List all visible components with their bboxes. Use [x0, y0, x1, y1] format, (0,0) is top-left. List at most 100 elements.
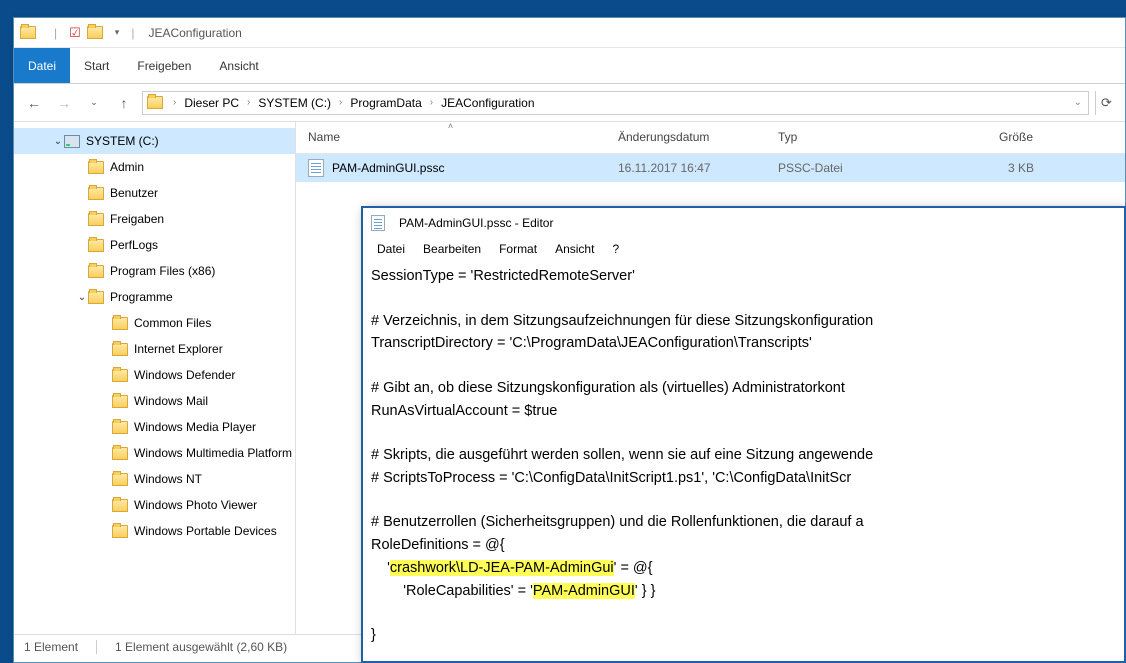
- menu-datei[interactable]: Datei: [369, 240, 413, 258]
- window-title: JEAConfiguration: [148, 26, 241, 40]
- tab-file[interactable]: Datei: [14, 48, 70, 83]
- tree-item[interactable]: Admin: [14, 154, 295, 180]
- back-button[interactable]: ←: [22, 91, 46, 115]
- tree-label: Windows Portable Devices: [134, 524, 277, 538]
- tree-label: Programme: [110, 290, 173, 304]
- column-name[interactable]: ˄Name: [296, 122, 606, 153]
- crumb-system-c[interactable]: SYSTEM (C:): [254, 94, 335, 112]
- column-type[interactable]: Typ: [766, 122, 926, 153]
- column-headers: ˄Name Änderungsdatum Typ Größe: [296, 122, 1125, 154]
- forward-button: →: [52, 91, 76, 115]
- notepad-menu-bar: Datei Bearbeiten Format Ansicht ?: [363, 238, 1124, 260]
- chevron-right-icon[interactable]: ›: [245, 97, 252, 108]
- tree-item[interactable]: Windows Portable Devices: [14, 518, 295, 544]
- tree-item-programme[interactable]: ⌄ Programme: [14, 284, 295, 310]
- navigation-pane: ⌄ SYSTEM (C:) Admin Benutzer Freigaben P…: [14, 122, 296, 634]
- tree-item[interactable]: Windows Photo Viewer: [14, 492, 295, 518]
- open-folder-icon[interactable]: [87, 26, 103, 39]
- notepad-window: PAM-AdminGUI.pssc - Editor Datei Bearbei…: [361, 206, 1126, 663]
- crumb-dieser-pc[interactable]: Dieser PC: [180, 94, 243, 112]
- text-file-icon: [308, 159, 324, 177]
- notepad-text-area[interactable]: SessionType = 'RestrictedRemoteServer' #…: [363, 260, 1124, 658]
- menu-ansicht[interactable]: Ansicht: [547, 240, 602, 258]
- folder-icon: [112, 525, 128, 538]
- tree-label: Windows Multimedia Platform: [134, 446, 292, 460]
- highlight-group: crashwork\LD-JEA-PAM-AdminGui: [390, 560, 614, 576]
- crumb-programdata[interactable]: ProgramData: [346, 94, 425, 112]
- folder-icon: [112, 369, 128, 382]
- tree-item[interactable]: Windows Multimedia Platform: [14, 440, 295, 466]
- tree-item[interactable]: Windows Defender: [14, 362, 295, 388]
- tab-ansicht[interactable]: Ansicht: [205, 48, 272, 83]
- tree-item[interactable]: Internet Explorer: [14, 336, 295, 362]
- folder-icon: [88, 161, 104, 174]
- folder-icon: [88, 291, 104, 304]
- menu-bearbeiten[interactable]: Bearbeiten: [415, 240, 489, 258]
- nav-bar: ← → ⌄ ↑ › Dieser PC › SYSTEM (C:) › Prog…: [14, 84, 1125, 122]
- tree-label: Common Files: [134, 316, 211, 330]
- tree-item[interactable]: Windows Media Player: [14, 414, 295, 440]
- tree-label: Benutzer: [110, 186, 158, 200]
- folder-icon: [88, 239, 104, 252]
- tree-label: Windows Photo Viewer: [134, 498, 257, 512]
- tab-freigeben[interactable]: Freigeben: [123, 48, 205, 83]
- recent-dropdown[interactable]: ⌄: [82, 91, 106, 115]
- dropdown-icon[interactable]: ▾: [115, 27, 120, 38]
- folder-icon: [88, 265, 104, 278]
- tab-start[interactable]: Start: [70, 48, 123, 83]
- crumb-jeaconfiguration[interactable]: JEAConfiguration: [437, 94, 538, 112]
- chevron-down-icon[interactable]: ⌄: [76, 292, 88, 303]
- properties-icon[interactable]: ☑: [69, 25, 81, 41]
- address-bar[interactable]: › Dieser PC › SYSTEM (C:) › ProgramData …: [142, 91, 1089, 115]
- tree-label: Admin: [110, 160, 144, 174]
- sort-asc-icon: ˄: [448, 121, 453, 131]
- notepad-titlebar: PAM-AdminGUI.pssc - Editor: [363, 208, 1124, 238]
- folder-icon: [88, 187, 104, 200]
- menu-format[interactable]: Format: [491, 240, 545, 258]
- menu-help[interactable]: ?: [604, 240, 627, 258]
- up-button[interactable]: ↑: [112, 91, 136, 115]
- tree-item[interactable]: PerfLogs: [14, 232, 295, 258]
- tree-item[interactable]: Windows NT: [14, 466, 295, 492]
- quick-access-toolbar: | ☑ ▾ |: [20, 25, 140, 41]
- tree-label: SYSTEM (C:): [86, 134, 159, 148]
- tree-label: Windows Media Player: [134, 420, 256, 434]
- folder-icon: [112, 317, 128, 330]
- tree-label: Windows Mail: [134, 394, 208, 408]
- tree-label: PerfLogs: [110, 238, 158, 252]
- folder-icon: [112, 499, 128, 512]
- app-folder-icon: [20, 26, 36, 39]
- breadcrumb-folder-icon: [147, 96, 163, 109]
- ribbon-tabs: Datei Start Freigeben Ansicht: [14, 48, 1125, 84]
- folder-icon: [112, 473, 128, 486]
- file-row[interactable]: PAM-AdminGUI.pssc 16.11.2017 16:47 PSSC-…: [296, 154, 1125, 182]
- file-date: 16.11.2017 16:47: [606, 161, 766, 175]
- file-type: PSSC-Datei: [766, 161, 926, 175]
- drive-icon: [64, 135, 80, 148]
- file-size: 3 KB: [926, 161, 1046, 175]
- refresh-button[interactable]: ⟳: [1095, 91, 1117, 115]
- column-date[interactable]: Änderungsdatum: [606, 122, 766, 153]
- column-size[interactable]: Größe: [926, 122, 1046, 153]
- chevron-down-icon[interactable]: ⌄: [1072, 97, 1084, 108]
- tree-item[interactable]: Program Files (x86): [14, 258, 295, 284]
- tree-item-system-c[interactable]: ⌄ SYSTEM (C:): [14, 128, 295, 154]
- tree-label: Program Files (x86): [110, 264, 215, 278]
- notepad-title-text: PAM-AdminGUI.pssc - Editor: [399, 216, 553, 230]
- chevron-right-icon[interactable]: ›: [428, 97, 435, 108]
- tree-item[interactable]: Common Files: [14, 310, 295, 336]
- titlebar: | ☑ ▾ | JEAConfiguration: [14, 18, 1125, 48]
- tree-item[interactable]: Windows Mail: [14, 388, 295, 414]
- chevron-down-icon[interactable]: ⌄: [52, 136, 64, 147]
- status-count: 1 Element: [24, 640, 78, 654]
- chevron-right-icon[interactable]: ›: [171, 97, 178, 108]
- chevron-right-icon[interactable]: ›: [337, 97, 344, 108]
- status-selected: 1 Element ausgewählt (2,60 KB): [115, 640, 287, 654]
- tree-label: Windows Defender: [134, 368, 235, 382]
- tree-label: Freigaben: [110, 212, 164, 226]
- tree-item[interactable]: Benutzer: [14, 180, 295, 206]
- tree-item[interactable]: Freigaben: [14, 206, 295, 232]
- folder-icon: [112, 447, 128, 460]
- highlight-capability: PAM-AdminGUI: [533, 583, 635, 599]
- tree-label: Internet Explorer: [134, 342, 223, 356]
